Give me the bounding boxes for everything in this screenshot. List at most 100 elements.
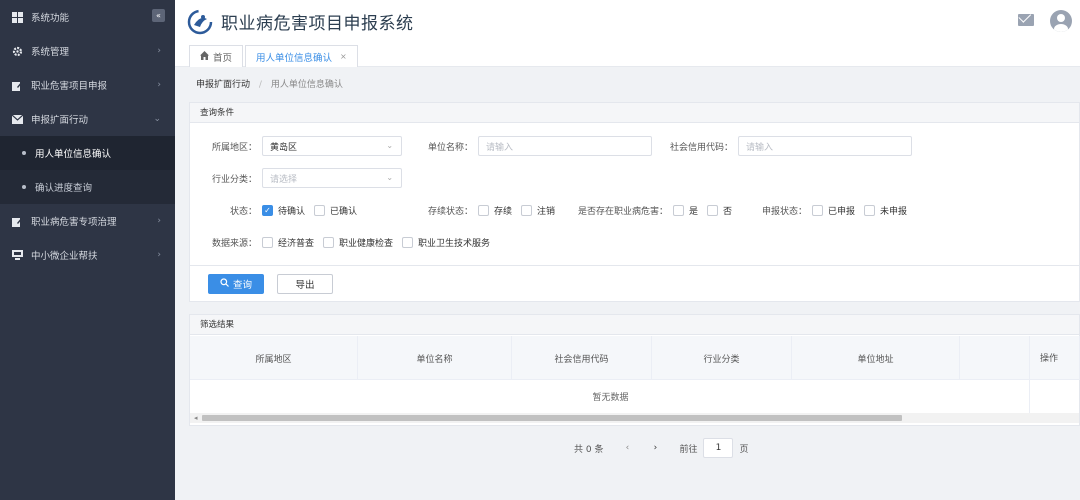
- top-header: 职业病危害项目申报系统: [175, 0, 1080, 43]
- sidebar-item-label: 职业危害项目申报: [31, 81, 108, 92]
- industry-row: 行业分类： 请选择 ⌄: [212, 168, 403, 188]
- hazard-label: 是否存在职业病危害：: [578, 207, 669, 217]
- breadcrumb-current: 用人单位信息确认: [270, 80, 343, 90]
- credit-code-label: 社会信用代码：: [670, 142, 734, 153]
- export-button-label: 导出: [295, 280, 315, 291]
- checkbox-label: 存续: [494, 207, 513, 217]
- status-row: 状态： ✓ 待确认 已确认: [230, 204, 366, 217]
- pagination: 共 0 条 ‹ › 前往 1 页: [574, 438, 748, 458]
- scroll-left-icon[interactable]: ◂: [194, 413, 198, 423]
- checkbox-box: [262, 237, 274, 248]
- hazard-yes-checkbox[interactable]: 是: [673, 204, 698, 217]
- declare-done-checkbox[interactable]: 已申报: [812, 204, 855, 217]
- search-button[interactable]: 查询: [208, 274, 264, 294]
- declare-label: 申报状态：: [762, 207, 808, 217]
- declare-not-checkbox[interactable]: 未申报: [864, 204, 907, 217]
- chevron-down-icon: ⌄: [386, 173, 394, 182]
- operation-column: 操作: [1029, 336, 1079, 413]
- results-panel: 筛选结果 所属地区 单位名称 社会信用代码 行业分类 单位地址 数据来源 暂无数…: [189, 314, 1080, 426]
- mail-icon: [12, 114, 23, 125]
- page-input[interactable]: 1: [703, 438, 734, 458]
- collapse-sidebar-icon[interactable]: «: [152, 9, 165, 22]
- credit-code-row: 社会信用代码： 请输入: [670, 136, 913, 156]
- status-pending-checkbox[interactable]: ✓ 待确认: [262, 204, 305, 217]
- sidebar-item-hazard-declaration[interactable]: 职业危害项目申报 ›: [0, 68, 175, 102]
- unit-name-label: 单位名称：: [428, 142, 474, 153]
- divider: [190, 265, 1079, 266]
- survive-active-checkbox[interactable]: 存续: [478, 204, 512, 217]
- horizontal-scrollbar[interactable]: ◂: [190, 413, 1079, 423]
- source-census-checkbox[interactable]: 经济普查: [262, 236, 314, 249]
- edit-icon: [12, 80, 23, 91]
- query-panel-title: 查询条件: [190, 103, 1079, 123]
- unit-name-input[interactable]: 请输入: [478, 136, 653, 156]
- sidebar-item-special-governance[interactable]: 职业病危害专项治理 ›: [0, 204, 175, 238]
- checkbox-label: 经济普查: [278, 239, 315, 249]
- user-avatar-icon[interactable]: [1050, 10, 1072, 32]
- survive-row: 存续状态： 存续 注销: [428, 204, 564, 217]
- home-icon: [200, 50, 209, 63]
- results-panel-title: 筛选结果: [190, 315, 1079, 335]
- status-label: 状态：: [230, 207, 258, 217]
- hazard-no-checkbox[interactable]: 否: [707, 204, 732, 217]
- sidebar-item-system-functions[interactable]: 系统功能 «: [0, 0, 175, 34]
- sidebar-subitem-progress-query[interactable]: 确认进度查询: [0, 170, 175, 204]
- tab-unit-confirm[interactable]: 用人单位信息确认 ×: [245, 45, 358, 67]
- sidebar: 系统功能 « 系统管理 › 职业危害项目申报 › 申报扩面行动 ⌄ 用人单位信息…: [0, 0, 175, 500]
- credit-code-input[interactable]: 请输入: [738, 136, 913, 156]
- next-page-button[interactable]: ›: [645, 438, 666, 458]
- checkbox-box: [864, 205, 876, 216]
- sidebar-item-label: 中小微企业帮扶: [31, 251, 98, 262]
- sidebar-item-expansion-action[interactable]: 申报扩面行动 ⌄: [0, 102, 175, 136]
- source-health-check-checkbox[interactable]: 职业健康检查: [323, 236, 393, 249]
- tab-home[interactable]: 首页: [189, 45, 244, 67]
- search-icon: [220, 278, 229, 290]
- unit-name-placeholder: 请输入: [486, 142, 514, 153]
- industry-select[interactable]: 请选择 ⌄: [262, 168, 403, 188]
- chevron-down-icon: ⌄: [386, 141, 394, 150]
- search-button-label: 查询: [232, 280, 252, 291]
- scrollbar-thumb[interactable]: [202, 415, 902, 421]
- hazard-row: 是否存在职业病危害： 是 否: [578, 204, 741, 217]
- region-row: 所属地区： 黄岛区 ⌄: [212, 136, 403, 156]
- gear-icon: [12, 46, 23, 57]
- bullet-icon: [22, 151, 26, 155]
- checkbox-label: 已确认: [330, 207, 358, 217]
- sidebar-item-label: 用人单位信息确认: [35, 149, 112, 160]
- sidebar-item-label: 系统管理: [31, 47, 70, 58]
- export-button[interactable]: 导出: [277, 274, 333, 294]
- prev-page-button[interactable]: ‹: [617, 438, 638, 458]
- region-select[interactable]: 黄岛区 ⌄: [262, 136, 403, 156]
- checkbox-box: [323, 237, 335, 248]
- messages-icon[interactable]: [1018, 14, 1034, 26]
- checkbox-label: 是: [689, 207, 699, 217]
- checkbox-label: 否: [723, 207, 733, 217]
- checkbox-label: 已申报: [828, 207, 856, 217]
- chevron-down-icon: ⌄: [153, 114, 161, 124]
- survive-cancelled-checkbox[interactable]: 注销: [521, 204, 555, 217]
- system-logo-icon: [187, 9, 213, 34]
- breadcrumb: 申报扩面行动 / 用人单位信息确认: [196, 77, 343, 90]
- edit-icon: [12, 216, 23, 227]
- checkbox-box: [478, 205, 490, 216]
- source-tech-service-checkbox[interactable]: 职业卫生技术服务: [402, 236, 490, 249]
- breadcrumb-separator: /: [258, 80, 262, 90]
- checkbox-label: 职业卫生技术服务: [418, 239, 491, 249]
- column-header: 单位地址: [792, 336, 960, 380]
- close-icon[interactable]: ×: [340, 52, 347, 61]
- sidebar-item-label: 职业病危害专项治理: [31, 217, 117, 228]
- column-header: 操作: [1030, 336, 1079, 380]
- status-confirmed-checkbox[interactable]: 已确认: [314, 204, 357, 217]
- checkbox-box: [521, 205, 533, 216]
- survive-label: 存续状态：: [428, 207, 474, 217]
- sidebar-item-system-management[interactable]: 系统管理 ›: [0, 34, 175, 68]
- checkbox-box: [402, 237, 414, 248]
- sidebar-subitem-unit-confirm[interactable]: 用人单位信息确认: [0, 136, 175, 170]
- column-header: 单位名称: [358, 336, 512, 380]
- breadcrumb-parent[interactable]: 申报扩面行动: [196, 80, 250, 90]
- sidebar-item-sme-support[interactable]: 中小微企业帮扶 ›: [0, 238, 175, 272]
- checkbox-label: 待确认: [278, 207, 306, 217]
- goto-suffix: 页: [739, 444, 749, 455]
- checkbox-label: 注销: [537, 207, 556, 217]
- check-icon: ✓: [262, 205, 274, 216]
